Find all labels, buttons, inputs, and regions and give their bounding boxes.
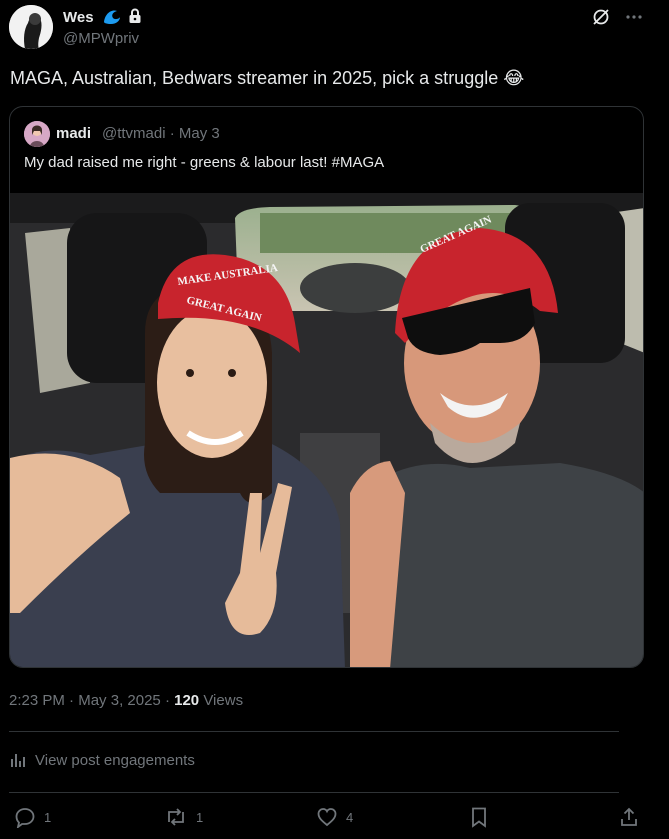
- view-engagements-link[interactable]: View post engagements: [9, 751, 195, 769]
- quote-photo[interactable]: MAKE AUSTRALIA GREAT AGAIN GREAT AGAIN: [10, 193, 643, 667]
- author-handle[interactable]: @MPWpriv: [63, 30, 139, 47]
- divider-top: [9, 731, 619, 732]
- view-engagements-label[interactable]: View post engagements: [35, 752, 195, 769]
- timestamp-time[interactable]: 2:23 PM: [9, 692, 65, 709]
- repost-button[interactable]: 1: [164, 806, 203, 828]
- quote-tweet-card[interactable]: madi @ttvmadi · May 3 My dad raised me r…: [9, 106, 644, 668]
- timestamp-sep-1: ·: [69, 692, 79, 709]
- author-name-text[interactable]: Wes: [63, 9, 94, 26]
- quote-separator: ·: [169, 125, 179, 142]
- repost-icon: [164, 806, 188, 828]
- timestamp-sep-2: ·: [164, 692, 175, 709]
- quote-meta: @ttvmadi · May 3: [102, 125, 220, 142]
- action-bar: 1 1 4: [14, 806, 640, 830]
- top-actions: [591, 7, 643, 27]
- views-count: 120: [174, 692, 200, 709]
- share-icon: [619, 806, 639, 828]
- timestamp-date[interactable]: May 3, 2025: [78, 692, 161, 709]
- repost-count: 1: [196, 809, 204, 825]
- quote-text: My dad raised me right - greens & labour…: [24, 154, 385, 171]
- like-count: 4: [346, 809, 354, 825]
- analytics-icon: [9, 751, 27, 769]
- bookmark-icon: [469, 806, 489, 828]
- quote-author-name[interactable]: madi: [56, 125, 91, 142]
- author-avatar[interactable]: [9, 5, 53, 49]
- quote-date[interactable]: May 3: [179, 125, 220, 142]
- share-button[interactable]: [619, 806, 639, 828]
- grok-icon[interactable]: [591, 7, 611, 27]
- more-options-icon[interactable]: [625, 8, 643, 26]
- heart-icon: [316, 806, 338, 828]
- timestamp: 2:23 PM · May 3, 2025 · 120 Views: [9, 692, 243, 709]
- like-button[interactable]: 4: [316, 806, 353, 828]
- reply-button[interactable]: 1: [14, 806, 51, 828]
- quote-avatar[interactable]: [24, 121, 50, 147]
- views-label: Views: [203, 692, 244, 709]
- reply-icon: [14, 806, 36, 828]
- tweet-text: MAGA, Australian, Bedwars streamer in 20…: [10, 68, 525, 88]
- quote-handle[interactable]: @ttvmadi: [102, 125, 166, 142]
- lock-icon: [128, 8, 142, 24]
- author-name[interactable]: Wes: [63, 7, 142, 26]
- divider-bottom: [9, 792, 619, 793]
- wave-icon: [102, 7, 122, 25]
- bookmark-button[interactable]: [469, 806, 489, 828]
- reply-count: 1: [44, 809, 52, 825]
